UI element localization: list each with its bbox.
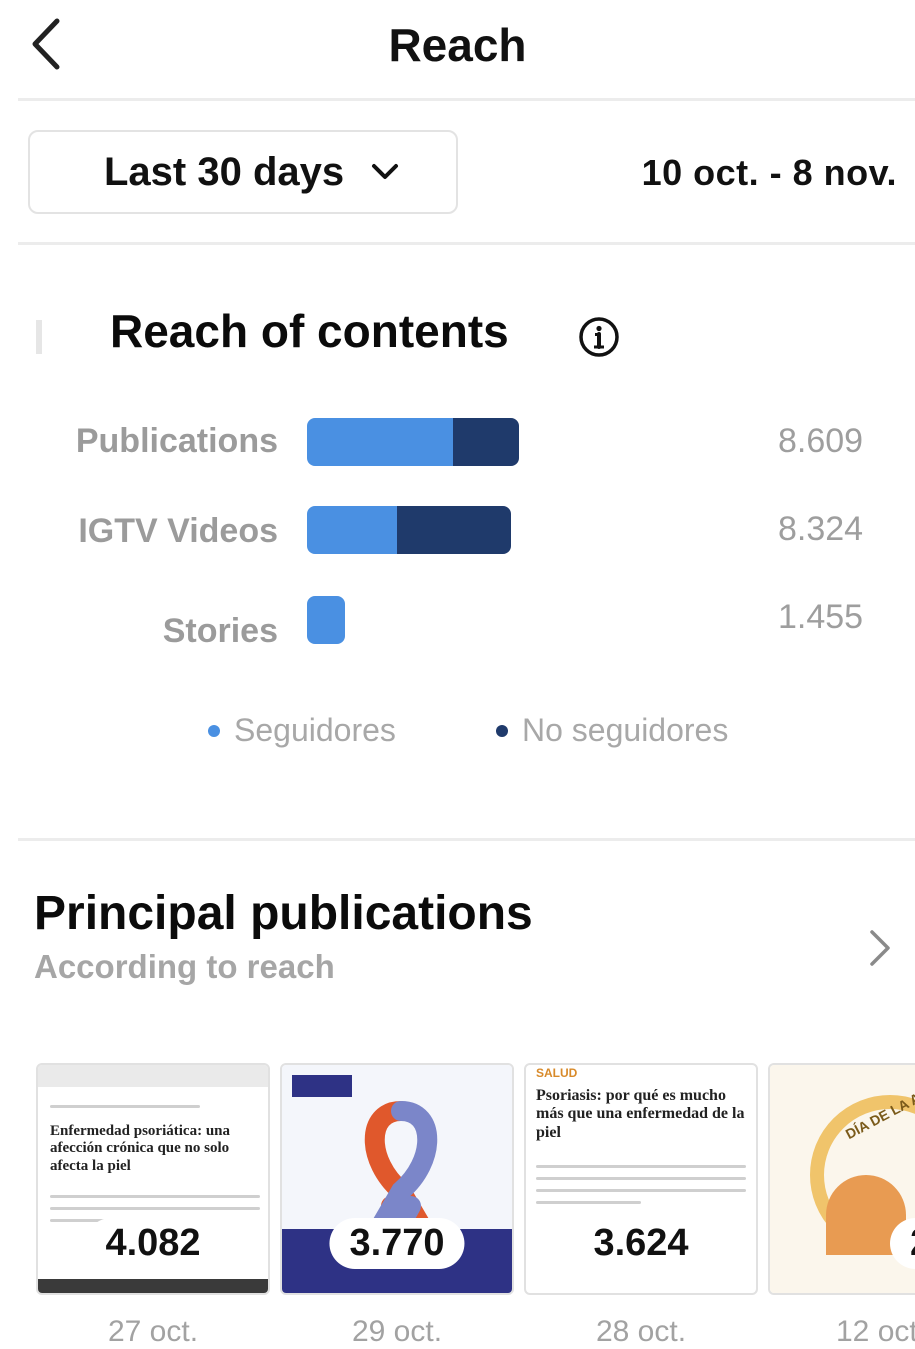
card-date: 12 oct. bbox=[836, 1315, 915, 1348]
section-title-reach-of-contents: Reach of contents bbox=[110, 305, 509, 357]
card-headline: Psoriasis: por qué es mucho más que una … bbox=[536, 1087, 745, 1141]
legend-non-followers: No seguidores bbox=[496, 712, 728, 749]
row-value-igtv-videos: 8.324 bbox=[778, 510, 864, 548]
date-range-text: 10 oct. - 8 nov. bbox=[641, 152, 897, 193]
card-header-bar bbox=[38, 1065, 268, 1087]
section-title-principal-publications: Principal publications bbox=[34, 887, 533, 940]
section-subtitle: According to reach bbox=[34, 948, 335, 985]
row-label-igtv-videos: IGTV Videos bbox=[78, 512, 278, 550]
see-all-button[interactable] bbox=[860, 926, 900, 970]
filter-divider bbox=[18, 242, 915, 245]
bar-segment-non-followers bbox=[396, 506, 511, 554]
header-divider bbox=[18, 98, 915, 101]
publication-card[interactable]: Enfermedad psoriática: una afección crón… bbox=[36, 1063, 270, 1295]
bar-segment-followers bbox=[307, 596, 345, 644]
date-range-label: Last 30 days bbox=[104, 149, 345, 194]
bar-segment-followers bbox=[307, 418, 454, 466]
section-divider bbox=[18, 838, 915, 841]
card-image-strip bbox=[38, 1279, 268, 1293]
date-range-dropdown[interactable]: Last 30 days bbox=[28, 130, 458, 214]
row-value-stories: 1.455 bbox=[778, 598, 864, 636]
bar-segment-followers bbox=[307, 506, 397, 554]
info-icon[interactable] bbox=[578, 316, 620, 358]
row-label-stories: Stories bbox=[162, 612, 278, 650]
card-date: 29 oct. bbox=[351, 1315, 443, 1348]
legend-label: No seguidores bbox=[522, 712, 729, 748]
bar-igtv-videos bbox=[307, 506, 511, 554]
legend-followers: Seguidores bbox=[208, 712, 396, 749]
card-nav-text bbox=[50, 1105, 200, 1117]
publication-card[interactable]: 3.770 bbox=[280, 1063, 514, 1295]
chevron-down-icon bbox=[370, 162, 400, 182]
card-headline: Enfermedad psoriática: una afección crón… bbox=[50, 1123, 230, 1174]
card-reach-count: 3.770 bbox=[329, 1218, 465, 1269]
page-title: Reach bbox=[388, 19, 527, 71]
cropped-glyph bbox=[36, 320, 42, 354]
row-label-publications: Publications bbox=[75, 422, 278, 460]
bar-publications bbox=[307, 418, 519, 466]
card-tag: SALUD bbox=[536, 1066, 578, 1080]
legend-dot-non-followers bbox=[496, 724, 508, 737]
bar-stories bbox=[307, 596, 345, 644]
row-value-publications: 8.609 bbox=[778, 422, 864, 460]
bar-segment-non-followers bbox=[453, 418, 519, 466]
card-logo-block bbox=[292, 1075, 352, 1097]
publication-card[interactable]: SALUD Psoriasis: por qué es mucho más qu… bbox=[524, 1063, 758, 1295]
card-reach-count: 4.082 bbox=[85, 1218, 221, 1269]
legend-label: Seguidores bbox=[234, 712, 396, 748]
chevron-right-icon bbox=[870, 930, 890, 966]
card-date: 27 oct. bbox=[107, 1315, 199, 1348]
legend-dot-followers bbox=[208, 724, 220, 737]
publication-card[interactable]: DÍA DE LA ARTR 2.130 bbox=[768, 1063, 915, 1295]
card-reach-count: 3.624 bbox=[573, 1218, 709, 1269]
card-body-text bbox=[536, 1165, 746, 1213]
card-date: 28 oct. bbox=[595, 1315, 687, 1348]
